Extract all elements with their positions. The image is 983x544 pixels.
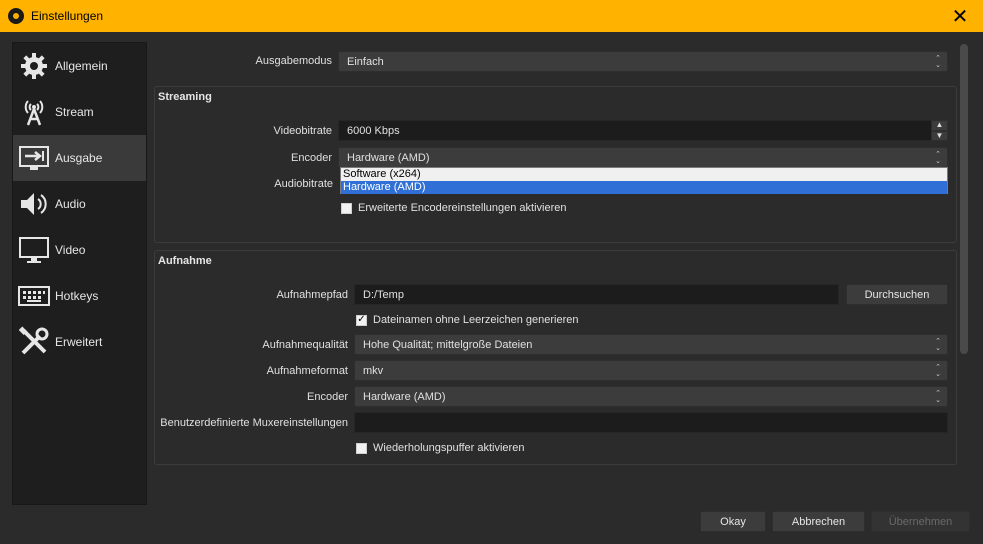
- title-bar: Einstellungen ✕: [0, 0, 983, 32]
- sidebar-item-label: Stream: [55, 105, 94, 119]
- streaming-encoder-label: Encoder: [291, 152, 332, 164]
- output-icon: [17, 141, 51, 175]
- streaming-encoder-value: Hardware (AMD): [347, 151, 430, 164]
- sidebar-item-label: Hotkeys: [55, 289, 99, 303]
- broadcast-icon: [17, 95, 51, 129]
- updown-icon: ⌃ ⌄: [935, 54, 941, 69]
- spin-up-icon[interactable]: ▲: [931, 120, 948, 131]
- sidebar-item-label: Erweitert: [55, 335, 103, 349]
- sidebar-item-hotkeys[interactable]: Hotkeys: [13, 273, 146, 319]
- keyboard-icon: [17, 279, 51, 313]
- checkbox-box[interactable]: [341, 202, 352, 214]
- sidebar-item-label: Allgemein: [55, 59, 108, 73]
- scrollbar-thumb[interactable]: [960, 44, 968, 354]
- no-spaces-checkbox-label: Dateinamen ohne Leerzeichen generieren: [373, 314, 579, 326]
- advanced-encoder-checkbox-label: Erweiterte Encodereinstellungen aktivier…: [358, 202, 567, 214]
- updown-icon: ⌃ ⌄: [935, 337, 941, 352]
- audio-bitrate-label: Audiobitrate: [274, 178, 333, 190]
- checkbox-box[interactable]: [356, 442, 367, 454]
- updown-icon: ⌃ ⌄: [935, 363, 941, 378]
- no-spaces-checkbox[interactable]: ✓ Dateinamen ohne Leerzeichen generieren: [356, 314, 578, 326]
- encoder-dropdown-list: Software (x264) Hardware (AMD): [340, 167, 948, 194]
- output-mode-select[interactable]: Einfach ⌃ ⌄: [338, 51, 948, 72]
- recording-path-label: Aufnahmepfad: [276, 289, 348, 301]
- recording-format-value: mkv: [363, 364, 384, 377]
- encoder-option-hardware[interactable]: Hardware (AMD): [341, 181, 947, 194]
- output-mode-label: Ausgabemodus: [255, 55, 332, 67]
- muxer-settings-label: Benutzerdefinierte Muxereinstellungen: [160, 417, 348, 429]
- apply-button[interactable]: Übernehmen: [871, 511, 970, 532]
- recording-quality-label: Aufnahmequalität: [262, 339, 348, 351]
- vertical-scrollbar[interactable]: [958, 42, 970, 504]
- monitor-icon: [17, 233, 51, 267]
- encoder-option-software[interactable]: Software (x264): [341, 168, 947, 181]
- browse-button[interactable]: Durchsuchen: [846, 284, 948, 305]
- streaming-group-title: Streaming: [158, 91, 212, 103]
- replay-buffer-checkbox-label: Wiederholungspuffer aktivieren: [373, 442, 525, 454]
- sidebar-item-audio[interactable]: Audio: [13, 181, 146, 227]
- gear-icon: [17, 49, 51, 83]
- sidebar-item-label: Ausgabe: [55, 151, 103, 165]
- sidebar-item-video[interactable]: Video: [13, 227, 146, 273]
- recording-path-input[interactable]: D:/Temp: [354, 284, 839, 305]
- tools-icon: [17, 325, 51, 359]
- speaker-icon: [17, 187, 51, 221]
- spin-down-icon[interactable]: ▼: [931, 130, 948, 141]
- video-bitrate-label: Videobitrate: [273, 125, 332, 137]
- streaming-encoder-select[interactable]: Hardware (AMD) ⌃ ⌄: [338, 147, 948, 168]
- sidebar-item-label: Audio: [55, 197, 86, 211]
- video-bitrate-value: 6000 Kbps: [347, 124, 400, 137]
- sidebar-item-allgemein[interactable]: Allgemein: [13, 43, 146, 89]
- recording-path-value: D:/Temp: [363, 288, 404, 301]
- sidebar-item-label: Video: [55, 243, 86, 257]
- recording-encoder-value: Hardware (AMD): [363, 390, 446, 403]
- advanced-encoder-checkbox[interactable]: Erweiterte Encodereinstellungen aktivier…: [341, 202, 567, 214]
- video-bitrate-spinner[interactable]: ▲ ▼: [931, 120, 948, 141]
- output-settings-panel: Ausgabemodus Einfach ⌃ ⌄ Streaming Videob…: [154, 32, 959, 512]
- sidebar-item-erweitert[interactable]: Erweitert: [13, 319, 146, 365]
- window-title: Einstellungen: [31, 9, 104, 23]
- sidebar-item-stream[interactable]: Stream: [13, 89, 146, 135]
- settings-window: Allgemein Stream Ausgabe Audio Video Hot…: [1, 32, 982, 543]
- ok-button[interactable]: Okay: [700, 511, 766, 532]
- recording-format-select[interactable]: mkv ⌃ ⌄: [354, 360, 948, 381]
- obs-logo-icon: [8, 8, 24, 24]
- close-icon[interactable]: ✕: [937, 0, 983, 32]
- recording-quality-select[interactable]: Hohe Qualität; mittelgroße Dateien ⌃ ⌄: [354, 334, 948, 355]
- video-bitrate-input[interactable]: 6000 Kbps: [338, 120, 932, 141]
- recording-quality-value: Hohe Qualität; mittelgroße Dateien: [363, 338, 533, 351]
- recording-group-title: Aufnahme: [158, 255, 212, 267]
- cancel-button[interactable]: Abbrechen: [772, 511, 865, 532]
- recording-format-label: Aufnahmeformat: [266, 365, 348, 377]
- recording-encoder-label: Encoder: [307, 391, 348, 403]
- updown-icon: ⌃ ⌄: [935, 150, 941, 165]
- muxer-settings-input[interactable]: [354, 412, 948, 433]
- replay-buffer-checkbox[interactable]: Wiederholungspuffer aktivieren: [356, 442, 524, 454]
- updown-icon: ⌃ ⌄: [935, 389, 941, 404]
- recording-encoder-select[interactable]: Hardware (AMD) ⌃ ⌄: [354, 386, 948, 407]
- output-mode-value: Einfach: [347, 55, 384, 68]
- sidebar: Allgemein Stream Ausgabe Audio Video Hot…: [12, 42, 147, 505]
- sidebar-item-ausgabe[interactable]: Ausgabe: [13, 135, 146, 181]
- checkmark-icon[interactable]: ✓: [356, 314, 367, 326]
